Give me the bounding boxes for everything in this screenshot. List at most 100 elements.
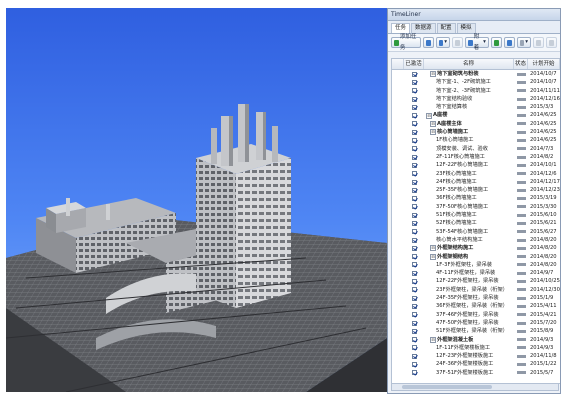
task-row[interactable]: 37F-50F核心筒墙施工 2015/3/30	[392, 203, 560, 211]
task-row[interactable]: 1F-3F外框架柱，梁吊装 2014/8/20	[392, 261, 560, 269]
name-cell[interactable]: ⊟ 地下室砌筑与粉装	[424, 70, 514, 78]
col-header-name[interactable]: 名称	[424, 59, 514, 69]
active-checkbox[interactable]	[411, 79, 417, 85]
task-row[interactable]: 23F外框架柱，梁吊装（桁架） 2014/12/30	[392, 286, 560, 294]
add-task-button[interactable]: 添加任务	[391, 34, 421, 51]
name-cell[interactable]: 地下室结构验收	[424, 95, 514, 103]
name-cell[interactable]: 顶模安装、调试、验收	[424, 145, 514, 153]
planned-start-cell[interactable]: 2014/6/25	[528, 128, 560, 136]
name-cell[interactable]: 1F-11F外框架楼板施工	[424, 344, 514, 352]
row-selector[interactable]	[392, 360, 404, 368]
planned-start-cell[interactable]: 2015/1/22	[528, 360, 560, 368]
active-checkbox[interactable]	[411, 104, 417, 110]
planned-start-cell[interactable]: 2014/7/3	[528, 145, 560, 153]
task-row[interactable]: 36F外框架柱，梁吊装（桁架） 2015/4/11	[392, 302, 560, 310]
active-checkbox[interactable]	[411, 320, 417, 326]
name-cell[interactable]: 12F-22F外框架柱，梁吊装	[424, 277, 514, 285]
planned-start-cell[interactable]: 2014/11/8	[528, 352, 560, 360]
col-header-planned-start[interactable]: 计划开始	[528, 59, 560, 69]
task-row[interactable]: 51F核心筒墙施工 2015/6/10	[392, 211, 560, 219]
active-checkbox[interactable]	[411, 353, 417, 359]
horizontal-scrollbar[interactable]	[391, 383, 559, 391]
planned-start-cell[interactable]: 2014/10/25	[528, 277, 560, 285]
expand-toggle-icon[interactable]: ⊟	[430, 129, 436, 136]
row-selector[interactable]	[392, 78, 404, 86]
active-checkbox[interactable]	[411, 303, 417, 309]
row-selector[interactable]	[392, 128, 404, 136]
row-selector[interactable]	[392, 103, 404, 111]
planned-start-cell[interactable]: 2014/6/25	[528, 120, 560, 128]
row-selector[interactable]	[392, 286, 404, 294]
row-selector[interactable]	[392, 111, 404, 119]
name-cell[interactable]: 52F核心筒墙施工	[424, 219, 514, 227]
row-selector[interactable]	[392, 145, 404, 153]
planned-start-cell[interactable]: 2015/3/30	[528, 203, 560, 211]
task-row[interactable]: ⊟ 外框架结构施工 2014/8/20	[392, 244, 560, 252]
planned-start-cell[interactable]: 2014/8/20	[528, 261, 560, 269]
name-cell[interactable]: 12F-22F核心筒墙施工	[424, 161, 514, 169]
3d-model-viewport[interactable]	[6, 8, 387, 392]
name-cell[interactable]: ⊟ A座楼	[424, 111, 514, 119]
active-checkbox[interactable]	[411, 146, 417, 152]
task-row[interactable]: 37F-51F外框架楼板施工 2015/5/7	[392, 369, 560, 377]
active-checkbox[interactable]	[411, 287, 417, 293]
rules-button[interactable]	[503, 37, 515, 48]
row-selector[interactable]	[392, 336, 404, 344]
active-checkbox[interactable]	[411, 204, 417, 210]
task-row[interactable]: 24F-35F外框架柱，梁吊装 2015/1/9	[392, 294, 560, 302]
planned-start-cell[interactable]: 2014/12/17	[528, 178, 560, 186]
active-checkbox[interactable]	[411, 312, 417, 318]
active-checkbox[interactable]	[411, 212, 417, 218]
planned-start-cell[interactable]: 2014/9/3	[528, 344, 560, 352]
active-checkbox[interactable]	[411, 345, 417, 351]
active-checkbox[interactable]	[411, 138, 417, 144]
active-checkbox[interactable]	[411, 187, 417, 193]
planned-start-cell[interactable]: 2015/3/3	[528, 103, 560, 111]
planned-start-cell[interactable]: 2015/3/19	[528, 194, 560, 202]
task-row[interactable]: 1F-11F外框架楼板施工 2014/9/3	[392, 344, 560, 352]
row-selector[interactable]	[392, 153, 404, 161]
name-cell[interactable]: 地下室-1、-2F砌筑施工	[424, 78, 514, 86]
planned-start-cell[interactable]: 2015/6/27	[528, 228, 560, 236]
task-row[interactable]: ⊟ A座楼主体 2014/6/25	[392, 120, 560, 128]
task-row[interactable]: 52F核心筒墙施工 2015/6/21	[392, 219, 560, 227]
planned-start-cell[interactable]: 2015/1/9	[528, 294, 560, 302]
row-selector[interactable]	[392, 369, 404, 377]
row-selector[interactable]	[392, 186, 404, 194]
active-checkbox[interactable]	[411, 96, 417, 102]
planned-start-cell[interactable]: 2014/10/1	[528, 161, 560, 169]
planned-start-cell[interactable]: 2014/8/20	[528, 236, 560, 244]
name-cell[interactable]: 53F-54F核心筒墙施工	[424, 228, 514, 236]
planned-start-cell[interactable]: 2014/11/11	[528, 87, 560, 95]
active-checkbox[interactable]	[411, 129, 417, 135]
row-selector[interactable]	[392, 311, 404, 319]
active-checkbox[interactable]	[411, 121, 417, 127]
active-checkbox[interactable]	[411, 154, 417, 160]
planned-start-cell[interactable]: 2014/12/30	[528, 286, 560, 294]
name-cell[interactable]: 地下室结算核	[424, 103, 514, 111]
task-row[interactable]: ⊟ 地下室砌筑与粉装 2014/10/7	[392, 70, 560, 78]
row-selector[interactable]	[392, 352, 404, 360]
active-checkbox[interactable]	[411, 179, 417, 185]
tab-configure[interactable]: 配置	[436, 23, 456, 33]
name-cell[interactable]: ⊟ 核心筒墙施工	[424, 128, 514, 136]
row-selector[interactable]	[392, 87, 404, 95]
task-row[interactable]: 23F核心筒墙施工 2014/12/6	[392, 170, 560, 178]
name-cell[interactable]: 23F外框架柱，梁吊装（桁架）	[424, 286, 514, 294]
row-selector[interactable]	[392, 344, 404, 352]
row-selector[interactable]	[392, 136, 404, 144]
auto-add-button[interactable]: ▾	[435, 37, 450, 48]
name-cell[interactable]: 4F-11F外框架柱，梁吊装	[424, 269, 514, 277]
active-checkbox[interactable]	[411, 270, 417, 276]
planned-start-cell[interactable]: 2015/4/21	[528, 311, 560, 319]
planned-start-cell[interactable]: 2014/12/6	[528, 170, 560, 178]
task-row[interactable]: 地下室-2、-3F砌筑施工 2014/11/11	[392, 87, 560, 95]
row-selector[interactable]	[392, 302, 404, 310]
name-cell[interactable]: 51F核心筒墙施工	[424, 211, 514, 219]
task-row[interactable]: ⊟ 外框架钢结构 2014/8/20	[392, 253, 560, 261]
planned-start-cell[interactable]: 2015/7/20	[528, 319, 560, 327]
name-cell[interactable]: 23F核心筒墙施工	[424, 170, 514, 178]
row-selector[interactable]	[392, 261, 404, 269]
task-row[interactable]: 24F核心筒墙施工 2014/12/17	[392, 178, 560, 186]
row-selector[interactable]	[392, 294, 404, 302]
